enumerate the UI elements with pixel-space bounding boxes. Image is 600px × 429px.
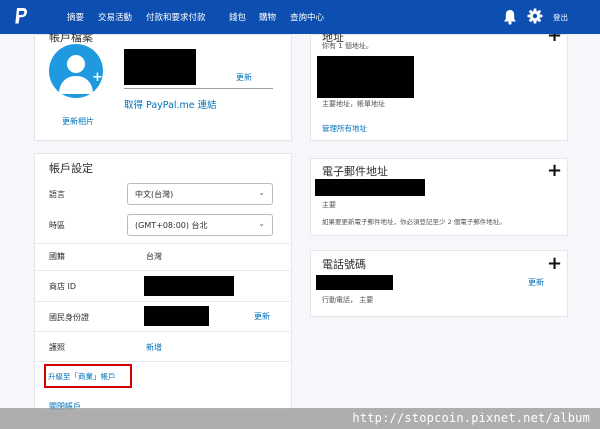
- paypalme-link[interactable]: 取得 PayPal.me 連結: [124, 97, 217, 111]
- watermark-text: http://stopcoin.pixnet.net/album: [352, 411, 590, 425]
- timezone-select-value: (GMT+08:00) 台北: [135, 221, 208, 230]
- email-hint-text: 如果要更新電子郵件地址，你必須登記至少 2 個電子郵件地址。: [322, 218, 506, 226]
- bell-icon[interactable]: [503, 9, 517, 25]
- nav-wallet[interactable]: 錢包: [229, 11, 246, 23]
- timezone-select[interactable]: (GMT+08:00) 台北 ⌄: [127, 214, 273, 236]
- watermark-bar: http://stopcoin.pixnet.net/album: [0, 408, 600, 429]
- chevron-down-icon: ⌄: [258, 219, 265, 228]
- nav-shopping[interactable]: 購物: [259, 11, 276, 23]
- language-label: 語言: [49, 190, 65, 199]
- passport-add-link[interactable]: 新增: [146, 342, 162, 353]
- country-value: 台灣: [146, 252, 162, 261]
- redacted-name: [124, 49, 196, 85]
- settings-divider: [35, 331, 290, 332]
- redacted-national-id: [144, 306, 209, 326]
- phone-update-link[interactable]: 更新: [528, 277, 544, 288]
- language-select[interactable]: 中文(台灣) ⌄: [127, 183, 273, 205]
- add-phone-plus-icon[interactable]: +: [547, 255, 562, 273]
- phone-title: 電話號碼: [322, 258, 366, 271]
- national-id-label: 國民身份證: [49, 313, 89, 322]
- gear-icon[interactable]: [527, 8, 543, 24]
- update-profile-link[interactable]: 更新: [236, 72, 252, 83]
- name-divider: [124, 88, 273, 89]
- upgrade-business-link[interactable]: 升級至「商業」帳戶: [48, 371, 116, 382]
- redacted-phone: [316, 275, 393, 290]
- timezone-label: 時區: [49, 221, 65, 230]
- top-navigation-bar: 摘要 交易活動 付款和要求付款 錢包 購物 查詢中心 登出: [0, 0, 600, 34]
- chevron-down-icon: ⌄: [258, 188, 265, 197]
- redacted-merchant-id: [144, 276, 234, 296]
- phone-type-text: 行動電話， 主要: [322, 296, 374, 304]
- country-label: 國籍: [49, 252, 65, 261]
- settings-divider: [35, 270, 290, 271]
- settings-divider: [35, 301, 290, 302]
- email-title: 電子郵件地址: [322, 165, 388, 178]
- language-select-value: 中文(台灣): [135, 190, 174, 199]
- passport-label: 護照: [49, 343, 65, 352]
- address-count-text: 你有 1 個地址。: [322, 42, 373, 50]
- account-settings-title: 帳戶設定: [49, 162, 93, 175]
- settings-divider: [35, 361, 290, 362]
- logout-link[interactable]: 登出: [553, 12, 568, 23]
- national-id-update-link[interactable]: 更新: [254, 311, 270, 322]
- address-primary-tag: 主要地址，帳單地址: [322, 100, 385, 108]
- add-email-plus-icon[interactable]: +: [547, 162, 562, 180]
- settings-divider: [35, 243, 290, 244]
- paypal-logo[interactable]: [14, 7, 28, 26]
- update-photo-link[interactable]: 更新相片: [62, 116, 94, 127]
- redacted-email: [315, 179, 425, 196]
- add-photo-icon[interactable]: +: [92, 70, 103, 85]
- redacted-address: [317, 56, 414, 98]
- nav-summary[interactable]: 摘要: [67, 11, 84, 23]
- merchant-id-label: 商店 ID: [49, 282, 77, 291]
- nav-send-request[interactable]: 付款和要求付款: [146, 11, 206, 23]
- nav-help-center[interactable]: 查詢中心: [290, 11, 324, 23]
- email-primary-tag: 主要: [322, 201, 336, 209]
- manage-addresses-link[interactable]: 管理所有地址: [322, 123, 367, 134]
- nav-activity[interactable]: 交易活動: [98, 11, 132, 23]
